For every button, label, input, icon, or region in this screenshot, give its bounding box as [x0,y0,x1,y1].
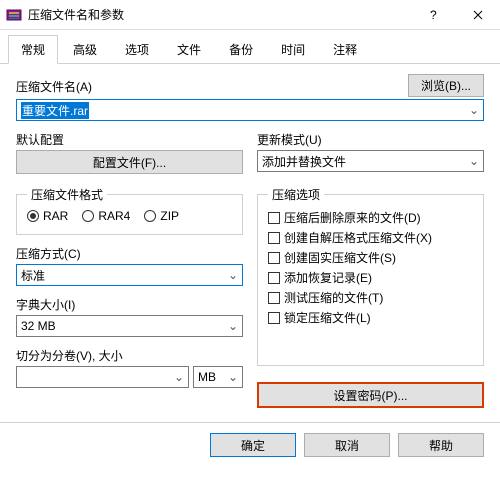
window-title: 压缩文件名和参数 [28,6,410,23]
format-legend: 压缩文件格式 [27,186,107,203]
update-mode-label: 更新模式(U) [257,131,484,148]
tab-time[interactable]: 时间 [268,35,318,64]
close-button[interactable] [455,0,500,30]
split-unit: MB [198,370,216,384]
tab-options[interactable]: 选项 [112,35,162,64]
checkbox-icon [268,272,280,284]
checkbox-icon [268,252,280,264]
check-solid[interactable]: 创建固实压缩文件(S) [268,249,473,266]
app-icon [6,7,22,23]
radio-icon [82,210,94,222]
update-mode-value: 添加并替换文件 [262,153,346,170]
cancel-button[interactable]: 取消 [304,433,390,457]
split-unit-select[interactable]: MB ⌄ [193,366,243,388]
radio-icon [27,210,39,222]
check-recovery[interactable]: 添加恢复记录(E) [268,269,473,286]
default-profile-label: 默认配置 [16,131,243,148]
tab-comment[interactable]: 注释 [320,35,370,64]
method-select[interactable]: 标准 ⌄ [16,264,243,286]
method-label: 压缩方式(C) [16,245,243,262]
checkbox-icon [268,312,280,324]
ok-button[interactable]: 确定 [210,433,296,457]
check-test[interactable]: 测试压缩的文件(T) [268,289,473,306]
profile-button[interactable]: 配置文件(F)... [16,150,243,174]
format-group: 压缩文件格式 RAR RAR4 ZIP [16,186,243,235]
radio-rar[interactable]: RAR [27,209,68,223]
tab-general[interactable]: 常规 [8,35,58,64]
chevron-down-icon: ⌄ [228,370,238,384]
help-button[interactable]: 帮助 [398,433,484,457]
titlebar: 压缩文件名和参数 ? [0,0,500,30]
dict-select[interactable]: 32 MB ⌄ [16,315,243,337]
chevron-down-icon: ⌄ [228,268,238,282]
tab-backup[interactable]: 备份 [216,35,266,64]
chevron-down-icon: ⌄ [228,319,238,333]
check-delete-after[interactable]: 压缩后删除原来的文件(D) [268,209,473,226]
dict-label: 字典大小(I) [16,296,243,313]
split-size-input[interactable]: ⌄ [16,366,189,388]
split-label: 切分为分卷(V), 大小 [16,347,243,364]
help-button[interactable]: ? [410,0,455,30]
method-value: 标准 [21,267,45,284]
check-lock[interactable]: 锁定压缩文件(L) [268,309,473,326]
filename-input[interactable]: 重要文件.rar ⌄ [16,99,484,121]
set-password-button[interactable]: 设置密码(P)... [257,382,484,408]
filename-label: 压缩文件名(A) [16,78,408,95]
radio-zip[interactable]: ZIP [144,209,179,223]
options-legend: 压缩选项 [268,186,324,203]
svg-text:?: ? [430,10,437,20]
chevron-down-icon: ⌄ [174,370,184,384]
chevron-down-icon: ⌄ [469,103,479,117]
chevron-down-icon: ⌄ [469,154,479,168]
checkbox-icon [268,232,280,244]
tab-strip: 常规 高级 选项 文件 备份 时间 注释 [0,30,500,64]
browse-button[interactable]: 浏览(B)... [408,74,484,97]
dict-value: 32 MB [21,319,56,333]
checkbox-icon [268,292,280,304]
checkbox-icon [268,212,280,224]
radio-rar4[interactable]: RAR4 [82,209,130,223]
filename-value: 重要文件.rar [21,102,89,119]
options-group: 压缩选项 压缩后删除原来的文件(D) 创建自解压格式压缩文件(X) 创建固实压缩… [257,186,484,366]
radio-icon [144,210,156,222]
check-sfx[interactable]: 创建自解压格式压缩文件(X) [268,229,473,246]
tab-files[interactable]: 文件 [164,35,214,64]
tab-advanced[interactable]: 高级 [60,35,110,64]
dialog-footer: 确定 取消 帮助 [0,422,500,467]
update-mode-select[interactable]: 添加并替换文件 ⌄ [257,150,484,172]
